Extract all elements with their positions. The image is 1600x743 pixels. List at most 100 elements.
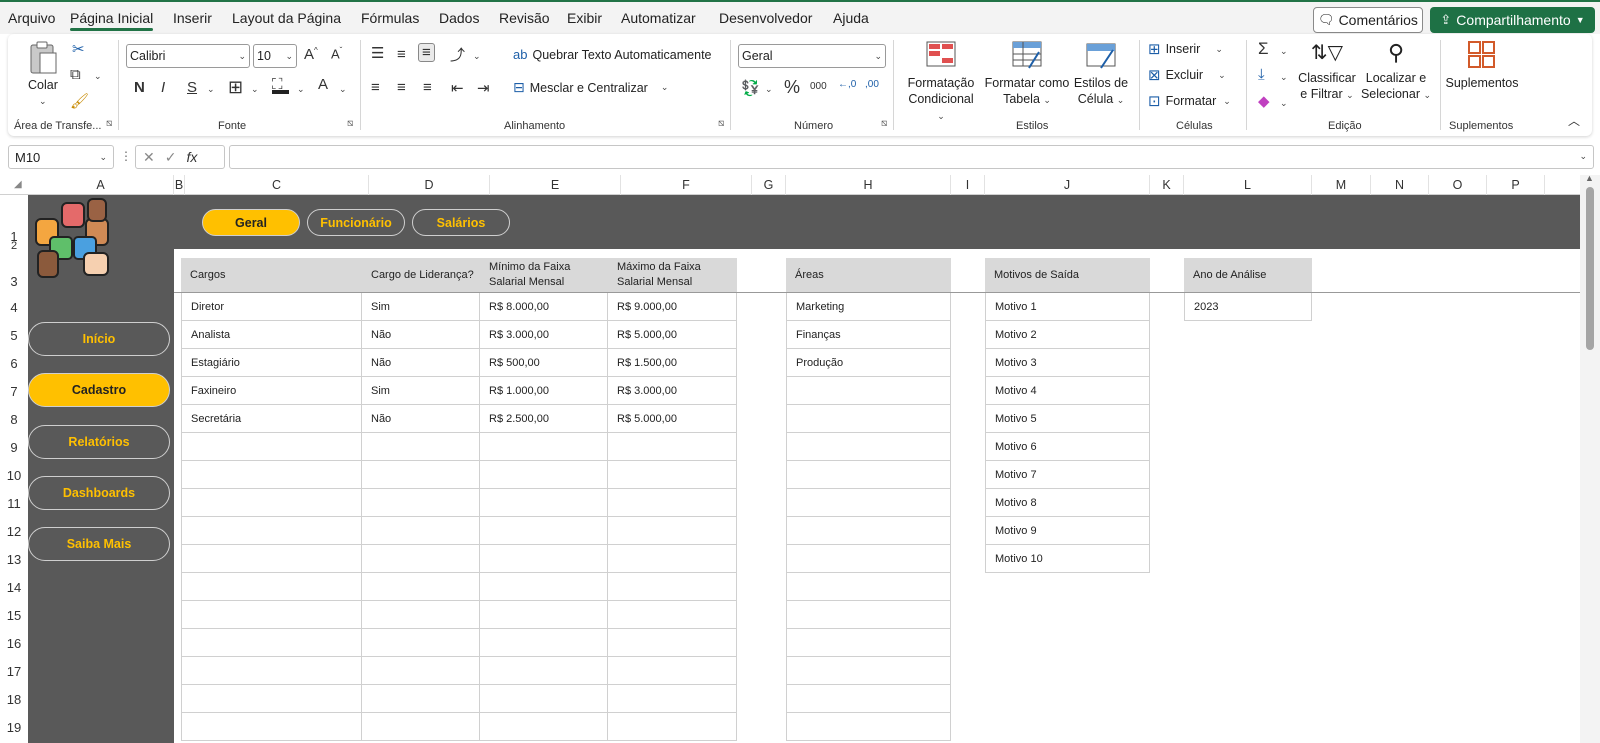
increase-indent-icon[interactable]: ⇥ (477, 79, 490, 97)
row-header[interactable]: 6 (0, 356, 28, 371)
column-header[interactable]: G (752, 175, 786, 195)
dialog-launcher-icon[interactable]: ⧅ (881, 118, 887, 129)
row-header[interactable]: 7 (0, 384, 28, 399)
bold-button[interactable]: N (134, 79, 145, 96)
tab-revisao[interactable]: Revisão (499, 10, 550, 26)
motivos-header[interactable]: Motivos de Saída (985, 258, 1150, 292)
table-cell[interactable]: Diretor (181, 293, 362, 321)
table-cell[interactable] (608, 601, 737, 629)
copy-icon[interactable]: ⧉ (70, 66, 81, 83)
table-cell[interactable] (181, 489, 362, 517)
chevron-down-icon[interactable]: ⌄ (297, 84, 305, 95)
vertical-scrollbar[interactable]: ▲ (1580, 173, 1600, 743)
formula-input[interactable]: ⌄ (229, 145, 1594, 169)
areas-cell[interactable] (786, 573, 951, 601)
insert-cells-button[interactable]: ⊞ Inserir ⌄ (1148, 40, 1223, 58)
motivos-cell[interactable]: Motivo 7 (985, 461, 1150, 489)
table-cell[interactable] (181, 629, 362, 657)
increase-decimal-icon[interactable]: ←,0 (838, 79, 856, 90)
currency-icon[interactable]: 💱 (741, 79, 760, 97)
nav-relatorios-button[interactable]: Relatórios (28, 425, 170, 459)
table-cell[interactable] (362, 545, 480, 573)
row-header[interactable]: 8 (0, 412, 28, 427)
decrease-indent-icon[interactable]: ⇤ (451, 79, 464, 97)
tab-funcionario[interactable]: Funcionário (307, 209, 405, 236)
cut-icon[interactable]: ✂ (72, 40, 85, 58)
motivos-cell[interactable]: Motivo 9 (985, 517, 1150, 545)
table-cell[interactable] (480, 657, 608, 685)
column-header[interactable]: C (185, 175, 369, 195)
table-cell[interactable] (608, 517, 737, 545)
nav-cadastro-button[interactable]: Cadastro (28, 373, 170, 407)
areas-cell[interactable] (786, 433, 951, 461)
nav-saiba-mais-button[interactable]: Saiba Mais (28, 527, 170, 561)
table-cell[interactable]: Sim (362, 293, 480, 321)
table-cell[interactable]: Secretária (181, 405, 362, 433)
table-cell[interactable] (480, 545, 608, 573)
motivos-cell[interactable]: Motivo 10 (985, 545, 1150, 573)
chevron-down-icon[interactable]: ⌄ (473, 51, 481, 62)
column-header[interactable]: F (621, 175, 752, 195)
table-cell[interactable] (181, 573, 362, 601)
merge-center-button[interactable]: ⊟ Mesclar e Centralizar ⌄ (513, 79, 668, 96)
select-all-icon[interactable]: ◢ (14, 179, 22, 190)
table-cell[interactable] (362, 657, 480, 685)
number-format-select[interactable]: Geral ⌄ (738, 44, 886, 68)
autosum-icon[interactable]: Σ (1258, 39, 1269, 59)
row-header[interactable]: 2 (0, 240, 28, 252)
row-header[interactable]: 4 (0, 300, 28, 315)
table-cell[interactable] (362, 433, 480, 461)
nav-inicio-button[interactable]: Início (28, 322, 170, 356)
comments-button[interactable]: 🗨 Comentários (1313, 7, 1423, 33)
column-header[interactable]: M (1312, 175, 1371, 195)
tab-pagina-inicial[interactable]: Página Inicial (70, 10, 154, 31)
table-cell[interactable] (181, 657, 362, 685)
format-cells-button[interactable]: ⊡ Formatar ⌄ (1148, 92, 1231, 110)
column-header[interactable]: D (369, 175, 490, 195)
sort-filter-button[interactable]: ⇅▽ Classificar e Filtrar ⌄ (1296, 40, 1358, 103)
tab-dados[interactable]: Dados (439, 10, 479, 26)
format-painter-icon[interactable]: 🖌 (70, 92, 89, 110)
cargos-header[interactable]: Cargos (181, 258, 362, 292)
areas-cell[interactable] (786, 685, 951, 713)
column-header[interactable]: K (1150, 175, 1184, 195)
table-cell[interactable] (608, 629, 737, 657)
delete-cells-button[interactable]: ⊠ Excluir ⌄ (1148, 66, 1226, 84)
column-header[interactable]: B (174, 175, 185, 195)
table-cell[interactable] (362, 629, 480, 657)
table-cell[interactable] (480, 573, 608, 601)
chevron-down-icon[interactable]: ⌄ (207, 84, 215, 95)
table-cell[interactable] (480, 461, 608, 489)
table-cell[interactable]: R$ 1.500,00 (608, 349, 737, 377)
font-name-select[interactable]: Calibri ⌄ (126, 44, 250, 68)
align-left-icon[interactable]: ≡ (371, 79, 380, 96)
table-cell[interactable]: R$ 9.000,00 (608, 293, 737, 321)
table-cell[interactable] (181, 685, 362, 713)
table-cell[interactable] (362, 461, 480, 489)
orientation-icon[interactable]: ⤴ (450, 44, 465, 65)
motivos-cell[interactable]: Motivo 4 (985, 377, 1150, 405)
share-button[interactable]: ⇪ Compartilhamento ▼ (1430, 7, 1595, 33)
areas-cell[interactable] (786, 601, 951, 629)
table-cell[interactable] (608, 433, 737, 461)
column-header[interactable]: N (1371, 175, 1429, 195)
table-cell[interactable] (480, 517, 608, 545)
table-cell[interactable] (362, 601, 480, 629)
table-cell[interactable] (608, 713, 737, 741)
areas-cell[interactable] (786, 629, 951, 657)
table-cell[interactable] (480, 489, 608, 517)
table-cell[interactable] (608, 657, 737, 685)
table-cell[interactable] (362, 489, 480, 517)
column-header[interactable]: O (1429, 175, 1487, 195)
table-cell[interactable] (480, 601, 608, 629)
underline-button[interactable]: S (187, 79, 197, 96)
table-cell[interactable]: R$ 5.000,00 (608, 321, 737, 349)
table-cell[interactable]: Não (362, 349, 480, 377)
increase-font-icon[interactable]: A^ (304, 46, 318, 63)
cancel-icon[interactable]: ✕ (143, 149, 155, 166)
table-cell[interactable]: Não (362, 321, 480, 349)
table-cell[interactable] (608, 545, 737, 573)
dialog-launcher-icon[interactable]: ⧅ (106, 118, 112, 129)
dialog-launcher-icon[interactable]: ⧅ (347, 118, 353, 129)
row-header[interactable]: 11 (0, 496, 28, 511)
